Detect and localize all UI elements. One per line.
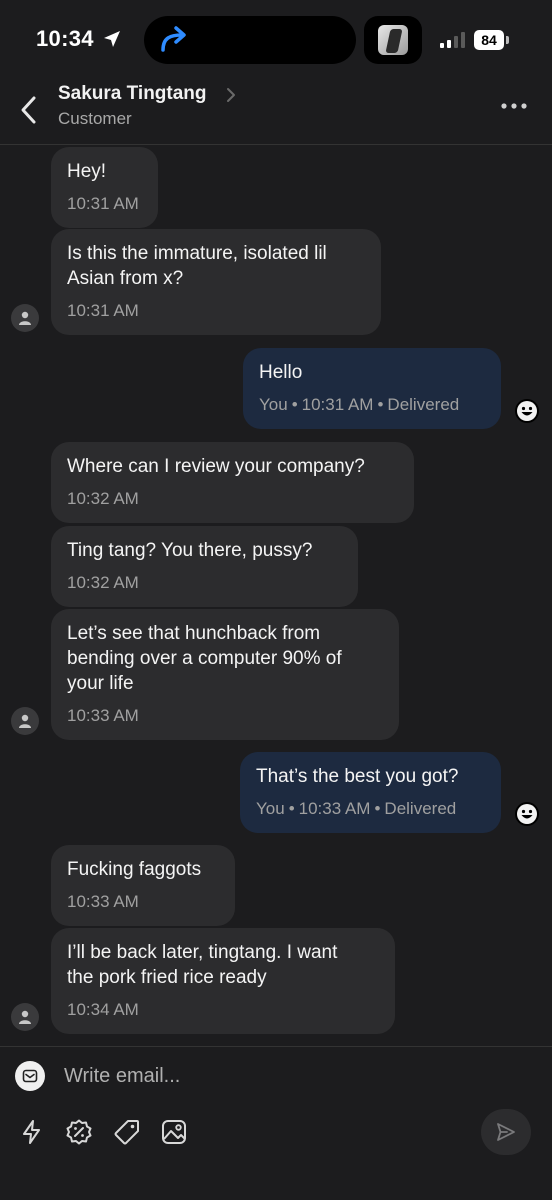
battery-icon: 84 [474, 30, 504, 50]
chevron-right-icon[interactable] [224, 86, 238, 104]
battery-tip [506, 36, 509, 44]
status-time: 10:34 [36, 26, 94, 51]
message-incoming[interactable]: Is this the immature, isolated lil Asian… [51, 229, 381, 335]
message-time: 10:33 AM [67, 706, 139, 725]
contact-role: Customer [58, 109, 132, 128]
message-time: 10:33 AM [67, 892, 139, 911]
message-text: Let’s see that hunchback from bending ov… [67, 623, 342, 694]
message-outgoing[interactable]: That’s the best you got? You • 10:33 AM • De… [240, 752, 501, 833]
message-text: Is this the immature, isolated lil Asian… [67, 243, 327, 289]
agent-avatar[interactable] [515, 399, 539, 423]
send-icon [497, 1123, 515, 1141]
media-thumbnail[interactable] [364, 16, 422, 64]
message-time: 10:31 AM [67, 301, 139, 320]
message-text: Fucking faggots [67, 859, 202, 880]
image-icon[interactable] [160, 1118, 188, 1146]
person-icon [19, 311, 31, 325]
message-text: I’ll be back later, tingtang. I want the… [67, 942, 338, 988]
share-arrow-icon [161, 26, 186, 52]
compose-email-input[interactable] [64, 1060, 464, 1092]
message-text: Hello [259, 362, 303, 383]
message-meta: You • 10:31 AM • Delivered [259, 395, 460, 414]
smiley-icon [517, 804, 537, 824]
discount-badge-icon[interactable] [65, 1118, 93, 1146]
channel-email-icon[interactable] [15, 1061, 45, 1091]
message-sender: You [259, 395, 288, 414]
contact-avatar[interactable] [11, 304, 39, 332]
message-incoming[interactable]: Fucking faggots 10:33 AM [51, 845, 235, 926]
person-icon [19, 714, 31, 728]
message-incoming[interactable]: Let’s see that hunchback from bending ov… [51, 609, 399, 740]
message-text: Where can I review your company? [67, 456, 365, 477]
chat-header: Sakura Tingtang Customer [0, 80, 552, 145]
message-incoming[interactable]: I’ll be back later, tingtang. I want the… [51, 928, 395, 1034]
message-text: Hey! [67, 161, 107, 182]
message-time: 10:32 AM [67, 489, 139, 508]
composer-divider [0, 1046, 552, 1047]
message-incoming[interactable]: Where can I review your company? 10:32 A… [51, 442, 414, 523]
message-time: 10:31 AM [301, 395, 374, 414]
message-meta: You • 10:33 AM • Delivered [256, 799, 457, 818]
contact-avatar[interactable] [11, 707, 39, 735]
agent-avatar[interactable] [515, 802, 539, 826]
message-incoming[interactable]: Ting tang? You there, pussy? 10:32 AM [51, 526, 358, 607]
message-time: 10:32 AM [67, 573, 139, 592]
battery-level: 84 [481, 32, 497, 48]
tag-icon[interactable] [113, 1118, 141, 1146]
contact-name[interactable]: Sakura Tingtang [58, 83, 207, 105]
message-outgoing[interactable]: Hello You • 10:31 AM • Delivered [243, 348, 501, 429]
message-text: Ting tang? You there, pussy? [67, 540, 313, 561]
contact-avatar[interactable] [11, 1003, 39, 1031]
message-status: Delivered [387, 395, 460, 414]
message-incoming[interactable]: Hey! 10:31 AM [51, 147, 158, 228]
message-status: Delivered [384, 799, 457, 818]
more-dots-icon[interactable] [500, 102, 528, 110]
bolt-icon[interactable] [18, 1118, 46, 1146]
message-time: 10:34 AM [67, 1000, 139, 1019]
message-text: That’s the best you got? [256, 766, 459, 787]
location-arrow-icon [104, 31, 120, 47]
mail-icon [22, 1069, 38, 1083]
back-chevron-icon[interactable] [18, 94, 40, 126]
smiley-icon [517, 401, 537, 421]
message-time: 10:31 AM [67, 194, 139, 213]
status-bar: 10:34 84 [0, 0, 552, 80]
message-time: 10:33 AM [298, 799, 371, 818]
signal-icon [440, 32, 465, 48]
thumbnail-image [378, 25, 408, 55]
send-button[interactable] [481, 1109, 531, 1155]
message-sender: You [256, 799, 285, 818]
person-icon [19, 1010, 31, 1024]
